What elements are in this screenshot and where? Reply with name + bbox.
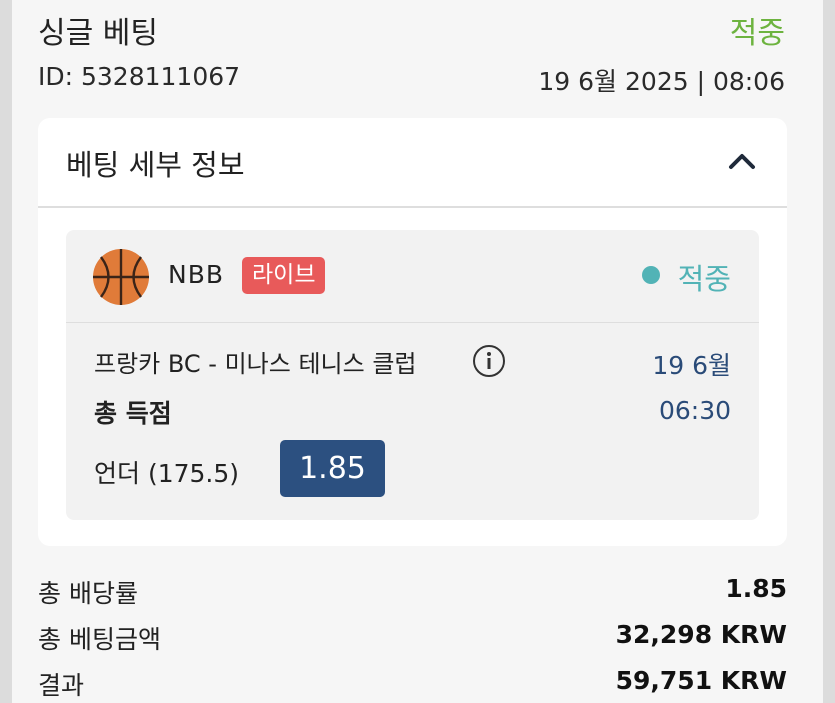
background-left-edge <box>0 0 12 703</box>
pick-name: 언더 (175.5) <box>94 459 240 488</box>
odds-value: 1.85 <box>280 440 385 497</box>
summary-row-total-stake: 총 베팅금액 32,298 KRW <box>38 620 787 660</box>
chevron-up-icon[interactable] <box>727 146 757 176</box>
status-dot-icon <box>642 266 660 284</box>
bet-datetime: 19 6월 2025 | 08:06 <box>538 67 785 96</box>
live-badge: 라이브 <box>242 257 326 294</box>
basketball-icon <box>93 249 149 305</box>
bet-id: ID: 5328111067 <box>38 62 241 91</box>
bet-status: 적중 <box>729 16 785 51</box>
info-icon[interactable] <box>472 344 506 378</box>
summary-row-result: 결과 59,751 KRW <box>38 666 787 703</box>
bet-details-title: 베팅 세부 정보 <box>66 148 245 182</box>
background-right-edge <box>823 0 835 703</box>
match-date: 19 6월 <box>652 351 731 380</box>
league-name: NBB <box>168 260 225 289</box>
market-name: 총 득점 <box>94 399 172 428</box>
selection-status: 적중 <box>677 262 731 296</box>
summary-label: 결과 <box>38 671 85 700</box>
match-time: 06:30 <box>658 396 731 425</box>
summary-value: 1.85 <box>725 574 787 603</box>
selection-card: NBB 라이브 적중 프랑카 BC - 미나스 테니스 클럽 19 6월 총 득… <box>66 230 759 520</box>
summary-label: 총 베팅금액 <box>38 625 161 654</box>
summary-value: 59,751 KRW <box>615 666 787 695</box>
bet-card: 싱글 베팅 적중 ID: 5328111067 19 6월 2025 | 08:… <box>12 0 823 703</box>
bet-details-panel: 베팅 세부 정보 NBB 라이브 적중 프랑카 BC - 미나스 테니스 클럽 <box>38 118 787 546</box>
selection-header: NBB 라이브 적중 <box>66 230 759 323</box>
summary-label: 총 배당률 <box>38 579 138 608</box>
summary-row-total-odds: 총 배당률 1.85 <box>38 574 787 614</box>
bet-details-header[interactable]: 베팅 세부 정보 <box>38 118 787 208</box>
match-name[interactable]: 프랑카 BC - 미나스 테니스 클럽 <box>94 344 417 379</box>
bet-type-title: 싱글 베팅 <box>38 16 158 51</box>
summary-value: 32,298 KRW <box>615 620 787 649</box>
